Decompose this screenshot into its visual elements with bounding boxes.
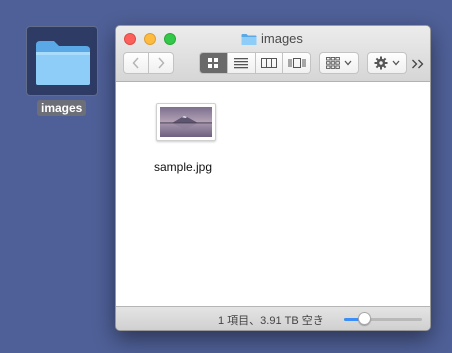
chevron-left-icon (132, 57, 139, 69)
window-title-text: images (261, 31, 303, 46)
icon-size-slider[interactable] (344, 318, 422, 321)
status-text: 1 項目、3.91 TB 空き (218, 315, 324, 327)
window-title: images (241, 31, 303, 47)
cover-flow-view-button[interactable] (283, 53, 310, 73)
action-button[interactable] (367, 52, 407, 74)
forward-button[interactable] (148, 52, 174, 74)
finder-window: images sample.jpg 1 項目、3.91 TB 空き (115, 25, 431, 331)
column-view-icon (260, 58, 277, 68)
chevron-down-icon (344, 60, 352, 66)
folder-icon (241, 33, 257, 45)
close-button[interactable] (124, 33, 136, 45)
zoom-button[interactable] (164, 33, 176, 45)
toolbar-overflow-button[interactable] (410, 55, 426, 73)
desktop-folder-label[interactable]: images (37, 100, 87, 116)
minimize-button[interactable] (144, 33, 156, 45)
column-view-button[interactable] (255, 53, 284, 73)
back-button[interactable] (123, 52, 149, 74)
view-mode-group (199, 52, 311, 74)
icon-view-button[interactable] (200, 53, 228, 73)
file-browser-content: sample.jpg (116, 83, 430, 307)
double-chevron-right-icon (412, 59, 424, 69)
file-name: sample.jpg (154, 160, 213, 174)
list-view-button[interactable] (227, 53, 256, 73)
arrange-grid-icon (326, 57, 340, 69)
cover-flow-view-icon (288, 58, 306, 68)
chevron-right-icon (158, 57, 165, 69)
icon-view-icon (208, 58, 219, 68)
slider-knob[interactable] (357, 312, 371, 325)
chevron-down-icon (392, 60, 400, 66)
mountain-lake-thumbnail (160, 107, 212, 137)
arrange-button[interactable] (319, 52, 359, 74)
titlebar: images (116, 26, 430, 82)
file-item[interactable]: sample.jpg (147, 103, 227, 183)
desktop-folder[interactable] (26, 26, 98, 96)
list-view-icon (234, 58, 249, 69)
file-thumbnail (156, 103, 216, 141)
gear-icon (374, 56, 388, 70)
folder-icon (36, 41, 90, 85)
status-bar: 1 項目、3.91 TB 空き (116, 306, 430, 330)
